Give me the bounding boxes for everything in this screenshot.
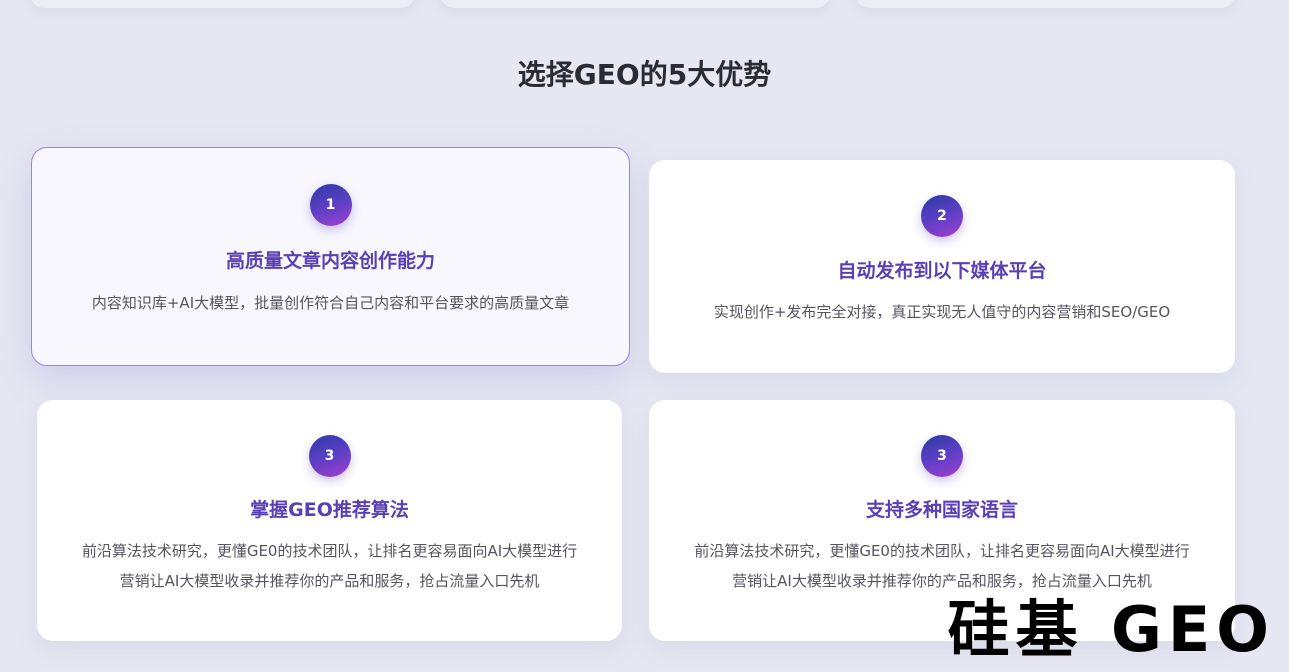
previous-section-edge xyxy=(440,0,830,8)
number-badge: 1 xyxy=(309,184,352,226)
brand-watermark: 硅基 GEO xyxy=(947,593,1275,666)
card-description: 内容知识库+AI大模型，批量创作符合自己内容和平台要求的高质量文章 xyxy=(91,294,570,312)
card-description: 前沿算法技术研究，更懂GE0的技术团队，让排名更容易面向AI大模型进行 xyxy=(81,542,578,560)
card-description: 实现创作+发布完全对接，真正实现无人值守的内容营销和SEO/GEO xyxy=(713,303,1171,321)
previous-section-edge xyxy=(855,0,1235,8)
advantage-card-1[interactable]: 1 高质量文章内容创作能力 内容知识库+AI大模型，批量创作符合自己内容和平台要… xyxy=(31,147,630,366)
number-badge: 3 xyxy=(308,435,351,477)
card-title: 高质量文章内容创作能力 xyxy=(225,250,435,272)
number-badge: 3 xyxy=(921,435,963,477)
card-title: 自动发布到以下媒体平台 xyxy=(837,260,1047,282)
section-title: 选择GEO的5大优势 xyxy=(517,58,772,91)
number-badge: 2 xyxy=(921,195,963,237)
previous-section-edge xyxy=(30,0,415,8)
advantage-card-2[interactable]: 2 自动发布到以下媒体平台 实现创作+发布完全对接，真正实现无人值守的内容营销和… xyxy=(649,160,1235,373)
advantage-card-3[interactable]: 3 掌握GEO推荐算法 前沿算法技术研究，更懂GE0的技术团队，让排名更容易面向… xyxy=(37,400,622,641)
card-description: 前沿算法技术研究，更懂GE0的技术团队，让排名更容易面向AI大模型进行 xyxy=(694,542,1190,560)
top-strip xyxy=(0,0,1289,14)
card-title: 支持多种国家语言 xyxy=(865,499,1018,521)
card-description: 营销让AI大模型收录并推荐你的产品和服务，抢占流量入口先机 xyxy=(119,572,540,590)
card-title: 掌握GEO推荐算法 xyxy=(250,499,409,521)
